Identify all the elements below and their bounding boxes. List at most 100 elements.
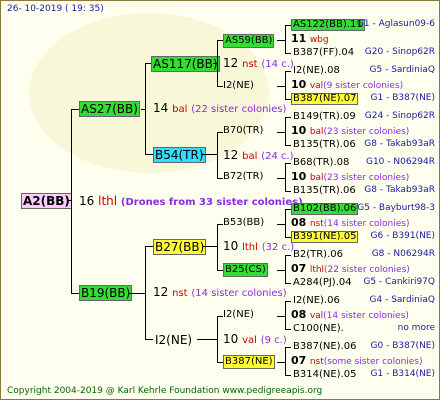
l4-mark: lthl	[309, 265, 325, 275]
l1-top-mark: bal	[172, 104, 188, 115]
l4-num: 10	[291, 170, 307, 183]
pedigree-chart: 26- 10-2019 ( 19: 35) A2(BB) 16 lthl (Dr…	[0, 0, 440, 400]
l4-drone-info: 10 bal(23 sister colonies)	[291, 171, 409, 183]
l4-top-queen[interactable]: B2(TR).06	[291, 249, 345, 261]
l4-bot-info: G5 - Cankiri97Q	[363, 277, 435, 287]
l4-top-queen[interactable]: AS122(BB).11	[291, 19, 365, 31]
l3-d2-queen[interactable]: B387(NE)	[223, 355, 275, 369]
root-note: (Drones from 33 sister colonies)	[120, 197, 303, 208]
l1-top-drone-info: 14 bal (22 sister colonies)	[153, 102, 286, 115]
l2-b-queen[interactable]: B54(TR)	[153, 147, 206, 163]
l1-bot-note: (14 sister colonies)	[191, 288, 287, 299]
l4-mark: bal	[309, 127, 324, 137]
l4-bot-info: G8 - Takab93aR	[364, 139, 435, 149]
l1-top-num: 14	[153, 101, 169, 115]
l1-bot-num: 12	[153, 285, 169, 299]
l4-bot-queen[interactable]: C100(NE).	[291, 323, 346, 335]
l2-b-note: (24 c.)	[261, 151, 294, 162]
l4-drone-info: 10 bal(23 sister colonies)	[291, 125, 409, 137]
l4-bot-info: G1 - B387(NE)	[370, 93, 435, 103]
l4-top-queen[interactable]: I2(NE).08	[291, 65, 342, 77]
l4-bot-queen[interactable]: B391(NE).05	[291, 231, 359, 243]
l4-bot-queen[interactable]: B387(FF).04	[291, 47, 356, 59]
l2-a-queen[interactable]: AS117(BB)	[151, 56, 220, 72]
l4-top-info: G24 - Sinop62R	[364, 111, 435, 121]
l4-num: 10	[291, 124, 307, 137]
l4-bot-queen[interactable]: B135(TR).06	[291, 185, 358, 197]
l4-mark: nst	[309, 219, 324, 229]
l1-top-note: (22 sister colonies)	[191, 104, 287, 115]
root-queen[interactable]: A2(BB)	[21, 193, 72, 209]
l2-d-queen[interactable]: I2(NE)	[153, 332, 194, 348]
l4-top-info: G1 - Aglasun09-6	[356, 19, 435, 29]
l4-num: 07	[291, 262, 307, 275]
l2-b-drone-info: 12 bal (24 c.)	[223, 149, 294, 162]
l2-d-num: 10	[223, 332, 239, 346]
l2-c-queen[interactable]: B27(BB)	[153, 239, 207, 255]
l4-mark: bal	[309, 173, 324, 183]
l4-top-queen[interactable]: I2(NE).06	[291, 295, 342, 307]
l4-top-info: G5 - Bayburt98-3	[357, 203, 435, 213]
l4-top-queen[interactable]: B68(TR).08	[291, 157, 351, 169]
l4-top-info: G10 - N06294R	[365, 157, 435, 167]
l4-drone-info: 11 wbg	[291, 33, 329, 45]
l4-top-info: G8 - N06294R	[371, 249, 435, 259]
l2-d-note: (9 c.)	[260, 335, 287, 346]
l1-bot-drone-info: 12 nst (14 sister colonies)	[153, 286, 287, 299]
l4-drone-info: 07 lthl(22 sister colonies)	[291, 263, 410, 275]
l4-top-queen[interactable]: B387(NE).06	[291, 341, 358, 353]
l1-bot-queen[interactable]: B19(BB)	[79, 285, 133, 301]
l4-bot-queen[interactable]: B314(NE).05	[291, 369, 358, 381]
l4-bot-queen[interactable]: A284(PJ).04	[291, 277, 354, 289]
l4-mark: val	[309, 311, 324, 321]
l4-top-queen[interactable]: B149(TR).09	[291, 111, 358, 123]
root-mark: lthl	[98, 194, 118, 208]
l2-a-num: 12	[223, 56, 239, 70]
l3-c1-queen[interactable]: B53(BB)	[223, 218, 264, 228]
l4-top-queen[interactable]: B102(BB).06	[291, 203, 359, 215]
l2-c-note: (32 c.)	[261, 242, 295, 253]
l4-drone-info: 10 val(9 sister colonies)	[291, 79, 403, 91]
root-drone-info: 16 lthl (Drones from 33 sister colonies)	[79, 195, 303, 208]
l4-note: (14 sister colonies)	[323, 311, 409, 321]
l3-b2-queen[interactable]: B72(TR)	[223, 172, 263, 182]
l4-bot-queen[interactable]: B135(TR).06	[291, 139, 358, 151]
l4-bot-queen[interactable]: B387(NE).07	[291, 93, 359, 105]
l4-num: 08	[291, 216, 307, 229]
l2-a-mark: nst	[242, 59, 258, 70]
l4-note: (14 sister colonies)	[323, 219, 410, 229]
l2-a-drone-info: 12 nst (14 c.)	[223, 57, 294, 70]
l2-b-mark: bal	[242, 151, 258, 162]
l4-bot-info: G1 - B314(NE)	[370, 369, 435, 379]
date-stamp: 26- 10-2019 ( 19: 35)	[7, 4, 104, 14]
l4-num: 10	[291, 78, 307, 91]
l1-top-queen[interactable]: AS27(BB)	[79, 101, 140, 117]
l4-note: (9 sister colonies)	[323, 81, 404, 91]
l2-c-num: 10	[223, 239, 239, 253]
l4-note: (23 sister colonies)	[323, 127, 410, 137]
l2-b-num: 12	[223, 148, 239, 162]
l3-c2-queen[interactable]: B25(CS)	[223, 263, 268, 277]
l4-bot-info: G8 - Takab93aR	[364, 185, 435, 195]
l4-num: 08	[291, 308, 307, 321]
l4-note: (some sister colonies)	[323, 357, 423, 367]
l4-top-info: G4 - SardiniaQ	[369, 295, 435, 305]
l3-d1-queen[interactable]: I2(NE)	[223, 310, 254, 320]
l1-bot-mark: nst	[172, 288, 188, 299]
l4-top-info: G5 - SardiniaQ	[369, 65, 435, 75]
l2-c-drone-info: 10 lthl (32 c.)	[223, 240, 294, 253]
l4-mark: val	[309, 81, 324, 91]
l4-bot-info: no more	[397, 323, 435, 333]
l2-c-mark: lthl	[242, 242, 258, 253]
l4-note: (22 sister colonies)	[324, 265, 410, 275]
l4-mark: wbg	[309, 35, 329, 45]
l2-d-drone-info: 10 val (9 c.)	[223, 333, 287, 346]
l4-num: 07	[291, 354, 307, 367]
l3-a2-queen[interactable]: I2(NE)	[223, 81, 254, 91]
l3-a1-queen[interactable]: AS59(BB)	[223, 34, 275, 48]
footer-copyright: Copyright 2004-2019 @ Karl Kehrle Founda…	[7, 386, 323, 396]
l4-drone-info: 08 nst(14 sister colonies)	[291, 217, 409, 229]
l3-b1-queen[interactable]: B70(TR)	[223, 126, 263, 136]
l4-drone-info: 07 nst(some sister colonies)	[291, 355, 423, 367]
l4-note: (23 sister colonies)	[323, 173, 410, 183]
